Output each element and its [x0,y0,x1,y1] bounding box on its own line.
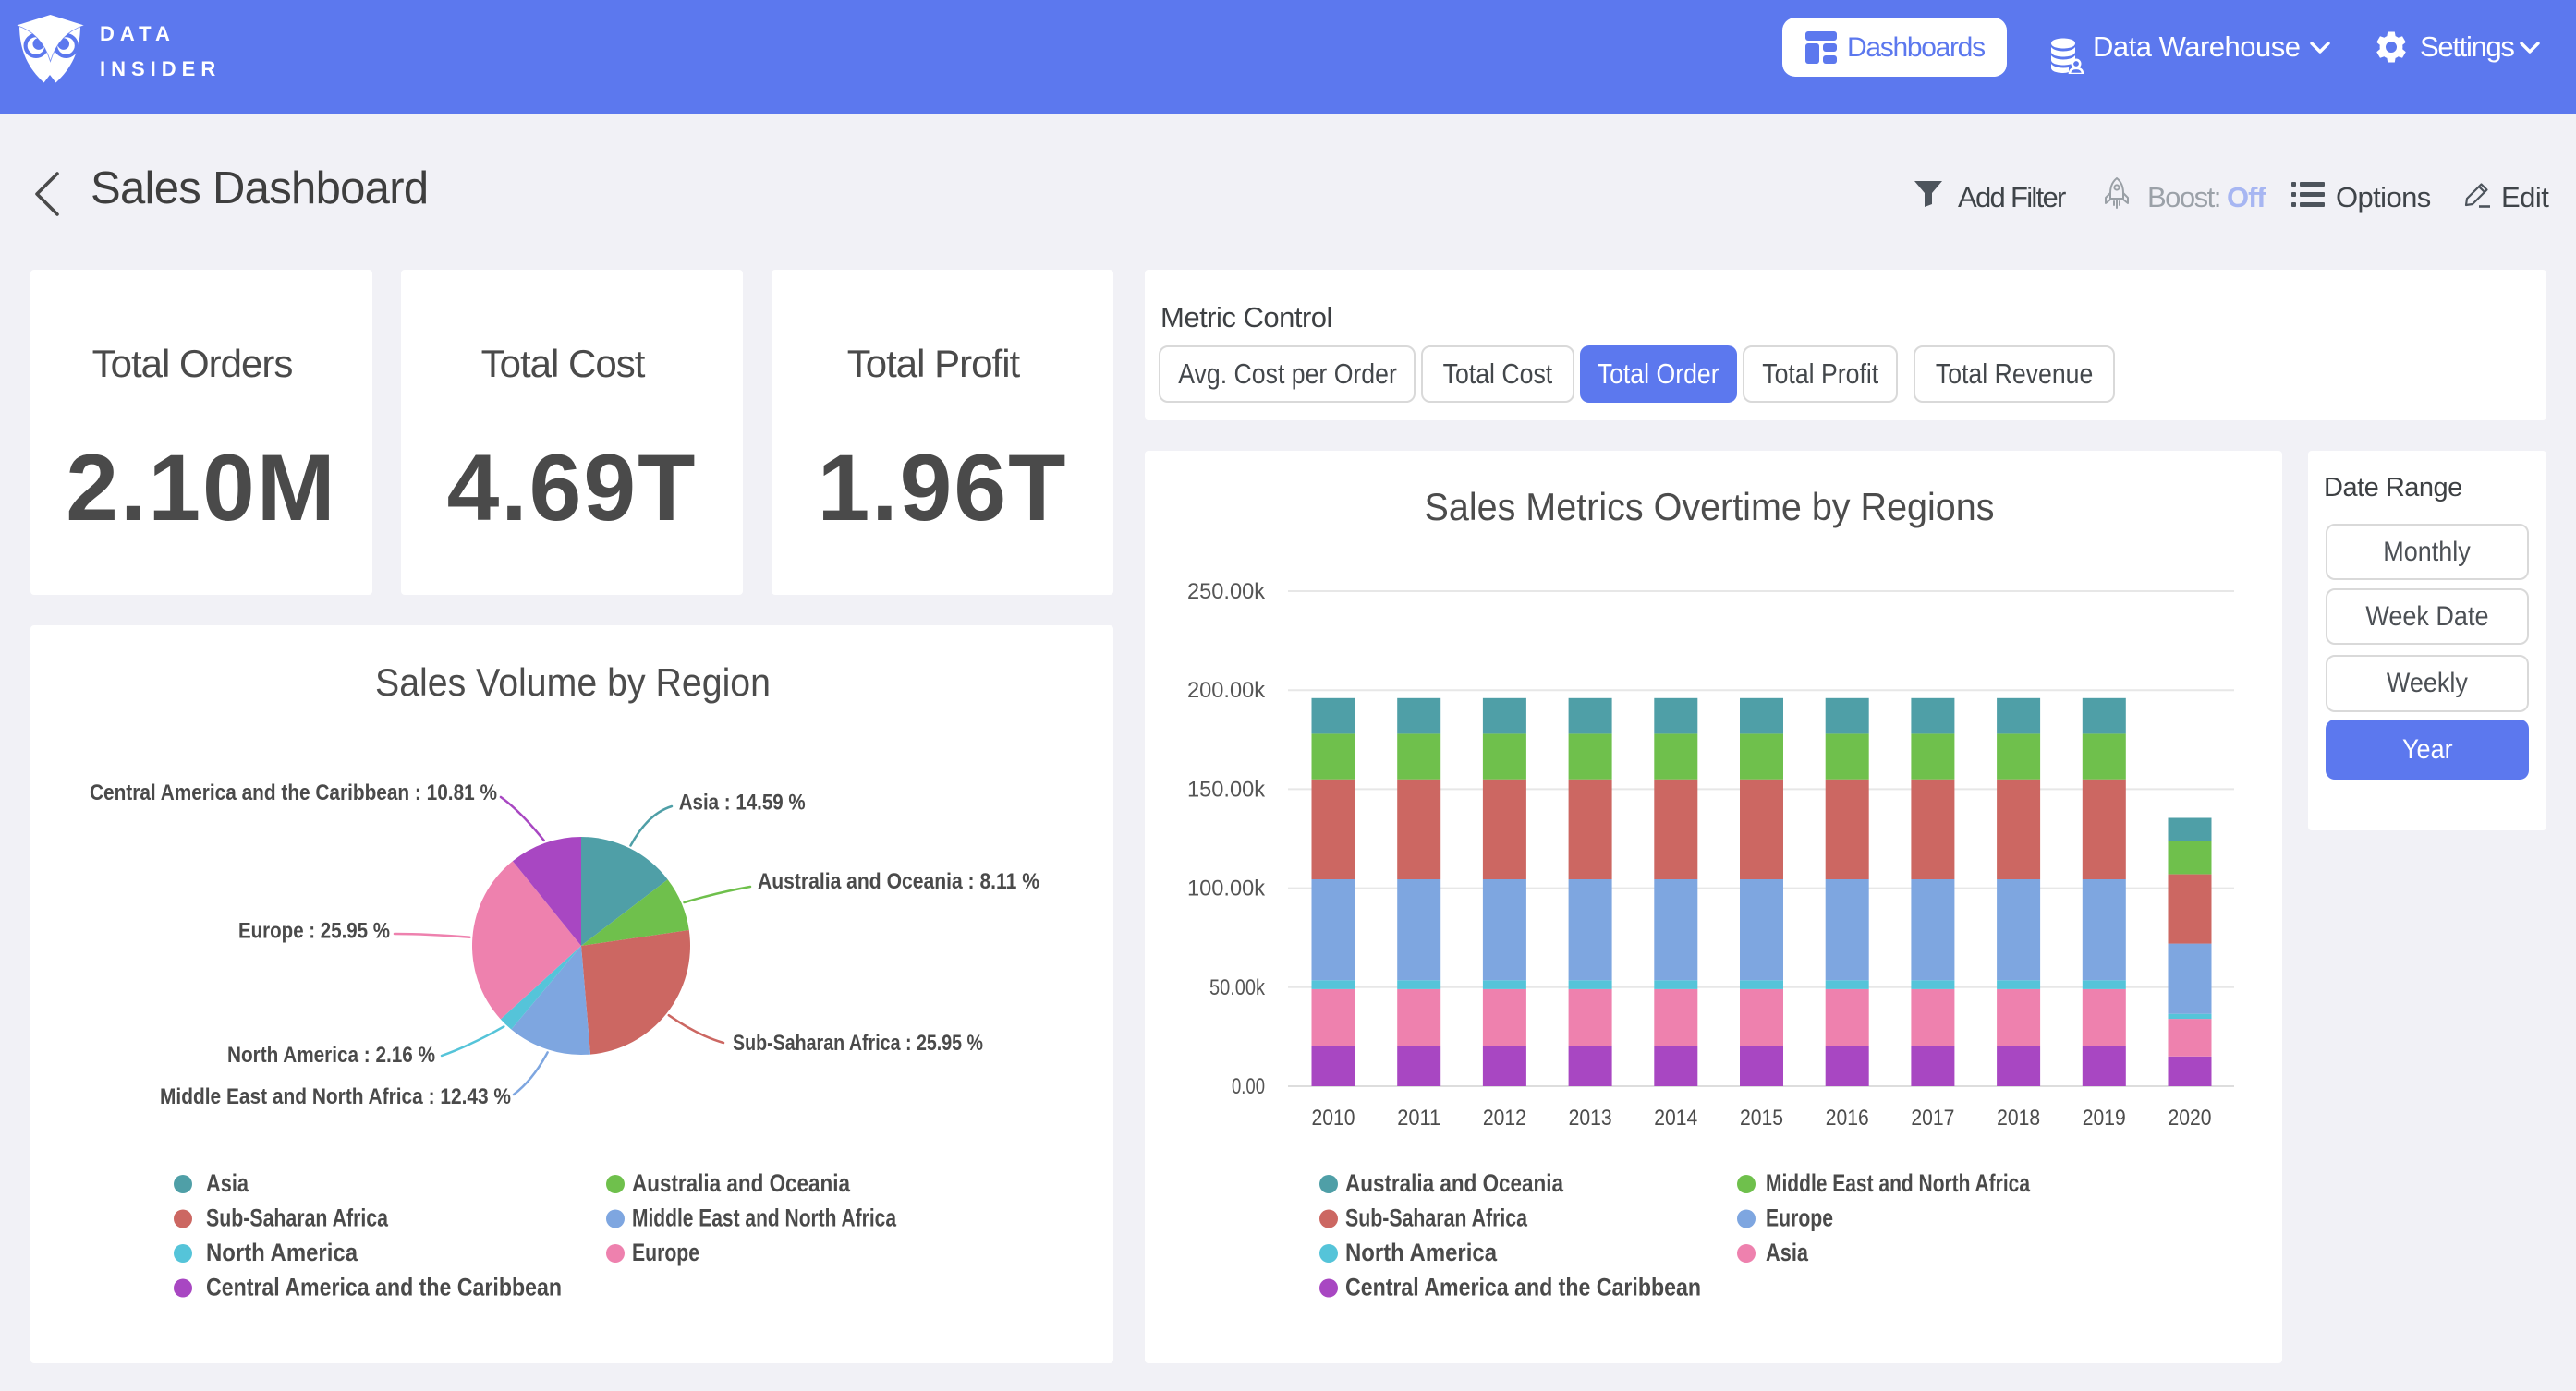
svg-text:Europe : 25.95 %: Europe : 25.95 % [238,919,390,944]
svg-text:2019: 2019 [2083,1106,2126,1131]
svg-text:2014: 2014 [1654,1106,1697,1131]
svg-text:North America: North America [1345,1239,1498,1266]
svg-text:250.00k: 250.00k [1187,579,1266,604]
svg-text:2012: 2012 [1483,1106,1526,1131]
svg-text:0.00: 0.00 [1232,1074,1265,1099]
svg-text:Sub-Saharan Africa: Sub-Saharan Africa [206,1204,389,1232]
svg-text:Asia : 14.59 %: Asia : 14.59 % [679,791,806,816]
svg-text:100.00k: 100.00k [1187,877,1266,901]
svg-text:Sales Volume by Region: Sales Volume by Region [375,660,771,704]
svg-text:Australia and Oceania: Australia and Oceania [1345,1169,1564,1197]
svg-text:2017: 2017 [1911,1106,1954,1131]
svg-text:Sales Metrics Overtime by Regi: Sales Metrics Overtime by Regions [1425,485,1995,528]
svg-text:Sub-Saharan Africa : 25.95 %: Sub-Saharan Africa : 25.95 % [733,1031,983,1056]
svg-text:200.00k: 200.00k [1187,678,1266,703]
svg-text:2018: 2018 [1997,1106,2040,1131]
svg-text:Sub-Saharan Africa: Sub-Saharan Africa [1345,1204,1528,1232]
svg-text:2011: 2011 [1397,1106,1440,1131]
svg-text:Central America and the Caribb: Central America and the Caribbean : 10.8… [90,780,497,805]
svg-text:Middle East and North Africa: Middle East and North Africa [1766,1169,2031,1197]
svg-text:Middle East and North Africa: Middle East and North Africa [632,1204,897,1232]
svg-text:Asia: Asia [1766,1239,1809,1266]
svg-text:Central America and the Caribb: Central America and the Caribbean [206,1274,562,1301]
svg-text:North America : 2.16 %: North America : 2.16 % [227,1043,435,1068]
svg-text:Asia: Asia [206,1169,249,1197]
svg-text:2020: 2020 [2169,1106,2212,1131]
svg-text:2016: 2016 [1826,1106,1869,1131]
svg-text:Europe: Europe [1766,1204,1833,1232]
svg-text:50.00k: 50.00k [1209,975,1266,1000]
svg-text:Australia and Oceania : 8.11 %: Australia and Oceania : 8.11 % [758,869,1039,894]
svg-text:Europe: Europe [632,1239,699,1266]
svg-text:2013: 2013 [1569,1106,1612,1131]
svg-text:Middle East and North Africa :: Middle East and North Africa : 12.43 % [160,1084,511,1109]
svg-text:2010: 2010 [1312,1106,1355,1131]
svg-text:Central America and the Caribb: Central America and the Caribbean [1345,1274,1701,1301]
svg-text:Australia and Oceania: Australia and Oceania [632,1169,851,1197]
svg-text:150.00k: 150.00k [1187,777,1266,802]
svg-text:2015: 2015 [1740,1106,1783,1131]
svg-text:North America: North America [206,1239,358,1266]
